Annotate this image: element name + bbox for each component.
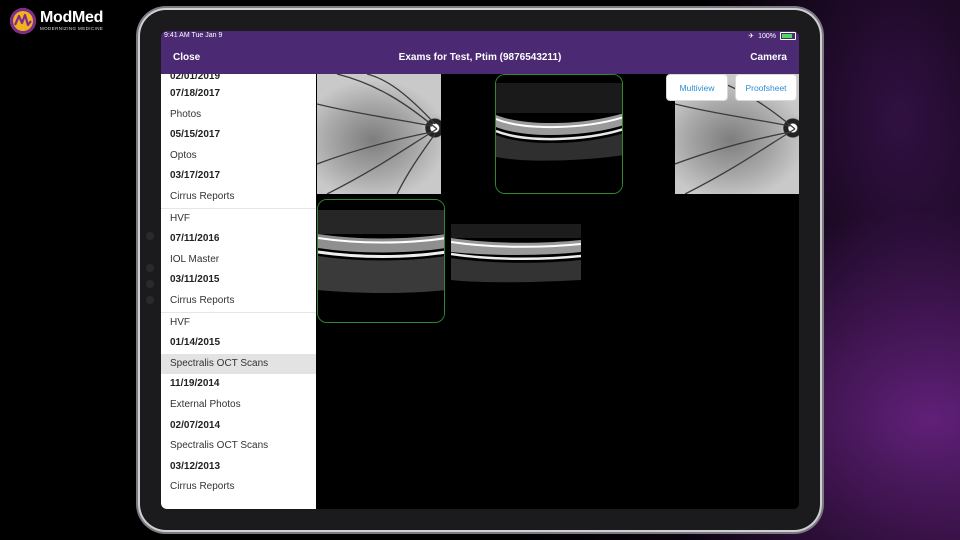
exam-type-row[interactable]: HVF [161, 207, 316, 230]
exam-date-row[interactable]: 11/19/2014 [161, 374, 316, 395]
exam-type-row[interactable]: Optos [161, 146, 316, 167]
airplane-icon: ✈ [748, 33, 755, 40]
page-title: Exams for Test, Ptim (9876543211) [398, 52, 562, 63]
exam-type-row[interactable]: Cirrus Reports [161, 477, 316, 498]
ipad-side-button [146, 232, 154, 240]
exam-type-row[interactable]: External Photos [161, 395, 316, 416]
exam-date-row[interactable]: 02/07/2014 [161, 416, 316, 437]
fundus-thumbnail[interactable] [317, 74, 441, 194]
exam-type-row[interactable]: Cirrus Reports [161, 187, 316, 208]
exam-type-row[interactable]: Photos [161, 105, 316, 126]
exam-date-row[interactable]: 02/01/2019 [161, 74, 316, 84]
exam-date-row[interactable]: 03/11/2015 [161, 270, 316, 291]
brand-tagline: MODERNIZING MEDICINE [40, 26, 104, 32]
exam-date-row[interactable]: 03/12/2013 [161, 457, 316, 478]
battery-percent: 100% [758, 32, 776, 40]
multiview-button[interactable]: Multiview [666, 74, 728, 101]
image-grid: Multiview Proofsheet [316, 74, 799, 509]
exam-date-row[interactable]: 07/11/2016 [161, 229, 316, 250]
camera-button[interactable]: Camera [750, 52, 787, 63]
exam-date-row[interactable]: 01/14/2015 [161, 333, 316, 354]
exam-type-row[interactable]: HVF [161, 311, 316, 334]
ipad-side-button [146, 280, 154, 288]
exam-list-sidebar: 02/01/2019 07/18/2017 Photos 05/15/2017 … [161, 74, 316, 509]
status-bar: 9:41 AM Tue Jan 9 ✈ 100% [161, 31, 799, 43]
ipad-side-button [146, 264, 154, 272]
exam-date-row[interactable]: 05/15/2017 [161, 125, 316, 146]
modmed-logo-mark-icon [10, 8, 36, 34]
oct-scan-thumbnail-selected[interactable] [495, 74, 623, 194]
exam-date-row[interactable]: 03/17/2017 [161, 166, 316, 187]
ipad-side-button [146, 296, 154, 304]
exam-type-row[interactable]: Spectralis OCT Scans [161, 436, 316, 457]
modmed-logo: ModMed MODERNIZING MEDICINE [10, 8, 103, 34]
brand-name: ModMed [40, 9, 104, 27]
status-time: 9:41 AM Tue Jan 9 [164, 32, 223, 39]
ipad-screen: 9:41 AM Tue Jan 9 ✈ 100% Close Exams for… [161, 31, 799, 509]
exam-type-row-selected[interactable]: Spectralis OCT Scans [161, 353, 316, 375]
proofsheet-button[interactable]: Proofsheet [735, 74, 797, 101]
oct-scan-thumbnail-selected[interactable] [317, 199, 445, 323]
nav-bar: Close Exams for Test, Ptim (9876543211) … [161, 43, 799, 74]
oct-scan-thumbnail[interactable] [451, 224, 581, 286]
exam-type-row[interactable]: Cirrus Reports [161, 291, 316, 312]
exam-date-row[interactable]: 07/18/2017 [161, 84, 316, 105]
exam-type-row[interactable]: IOL Master [161, 250, 316, 271]
battery-icon [780, 32, 796, 40]
